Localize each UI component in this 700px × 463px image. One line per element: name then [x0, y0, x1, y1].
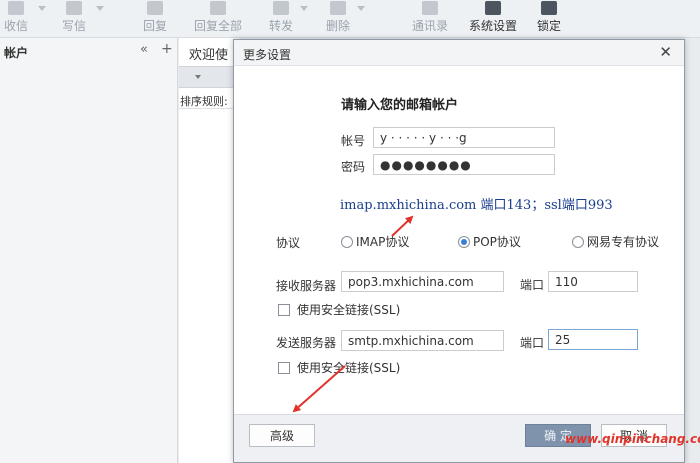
- radio-button[interactable]: [572, 235, 584, 248]
- outgoing-server-input[interactable]: smtp.mxhichina.com: [341, 330, 504, 351]
- advanced-button[interactable]: 高级: [249, 424, 315, 447]
- main-toolbar: 收信 写信 回复 回复全部 转发 删除 通讯录 系统设置 锁定: [0, 0, 700, 38]
- delete-icon: [330, 1, 346, 15]
- outgoing-ssl-checkbox[interactable]: 使用安全链接(SSL): [278, 359, 400, 376]
- delete-dropdown[interactable]: [357, 6, 365, 11]
- account-input[interactable]: y · · · · · y · · ·g: [373, 127, 555, 148]
- forward-dropdown[interactable]: [300, 6, 308, 11]
- forward-button[interactable]: 转发: [269, 0, 293, 38]
- compose-icon: [66, 1, 82, 15]
- incoming-port-label: 端口: [520, 278, 545, 292]
- checkbox[interactable]: [278, 303, 290, 316]
- checkbox[interactable]: [278, 361, 290, 374]
- sort-rule-label[interactable]: 排序规则:: [180, 93, 228, 109]
- incoming-server-input[interactable]: pop3.mxhichina.com: [341, 271, 504, 292]
- sidebar-title: 帐户: [4, 46, 29, 60]
- dialog-title: 更多设置: [243, 48, 292, 62]
- account-label: 帐号: [341, 134, 366, 148]
- outgoing-port-input[interactable]: 25: [548, 329, 638, 350]
- outgoing-server-label: 发送服务器: [276, 336, 337, 350]
- more-settings-dialog: 更多设置 ✕ 请输入您的邮箱帐户 帐号 y · · · · · y · · ·g…: [233, 39, 685, 463]
- incoming-port-input[interactable]: 110: [548, 271, 638, 292]
- reply-button[interactable]: 回复: [143, 0, 167, 38]
- gear-icon: [485, 1, 501, 15]
- radio-netease[interactable]: 网易专有协议: [572, 233, 659, 250]
- dialog-titlebar[interactable]: 更多设置 ✕: [234, 40, 684, 66]
- add-account-icon[interactable]: +: [161, 41, 173, 57]
- list-filter-bar[interactable]: [179, 66, 239, 88]
- delete-button[interactable]: 删除: [326, 0, 350, 38]
- receive-mail-icon: [8, 1, 24, 15]
- outgoing-port-label: 端口: [520, 336, 545, 350]
- lock-button[interactable]: 锁定: [537, 0, 561, 38]
- mail-list-pane: 欢迎使 排序规则:: [179, 38, 239, 463]
- tab-welcome[interactable]: 欢迎使: [189, 44, 228, 63]
- reply-icon: [147, 1, 163, 15]
- system-settings-button[interactable]: 系统设置: [469, 0, 517, 38]
- forward-icon: [273, 1, 289, 15]
- watermark: www.qinpinchang.com: [565, 432, 700, 446]
- server-hint-text: imap.mxhichina.com 端口143；ssl端口993: [340, 198, 613, 213]
- protocol-label: 协议: [276, 236, 301, 250]
- reply-all-icon: [210, 1, 226, 15]
- account-prompt: 请输入您的邮箱帐户: [341, 98, 459, 113]
- collapse-sidebar-icon[interactable]: «: [140, 42, 148, 57]
- divider: [179, 108, 239, 109]
- lock-icon: [541, 1, 557, 15]
- close-icon[interactable]: ✕: [659, 43, 672, 61]
- contacts-icon: [422, 1, 438, 15]
- incoming-server-label: 接收服务器: [276, 279, 337, 293]
- receive-mail-dropdown[interactable]: [38, 6, 46, 11]
- compose-dropdown[interactable]: [96, 6, 104, 11]
- reply-all-button[interactable]: 回复全部: [194, 0, 242, 38]
- radio-pop[interactable]: POP协议: [458, 233, 521, 250]
- radio-button-selected[interactable]: [458, 235, 470, 248]
- password-input[interactable]: ●●●●●●●●: [373, 154, 555, 175]
- accounts-sidebar: 帐户 « +: [0, 38, 178, 463]
- receive-mail-button[interactable]: 收信: [4, 0, 28, 38]
- incoming-ssl-checkbox[interactable]: 使用安全链接(SSL): [278, 301, 400, 318]
- radio-imap[interactable]: IMAP协议: [341, 233, 409, 250]
- radio-button[interactable]: [341, 235, 353, 248]
- contacts-button[interactable]: 通讯录: [412, 0, 448, 38]
- password-label: 密码: [341, 160, 366, 174]
- chevron-down-icon[interactable]: [195, 75, 201, 79]
- compose-button[interactable]: 写信: [62, 0, 86, 38]
